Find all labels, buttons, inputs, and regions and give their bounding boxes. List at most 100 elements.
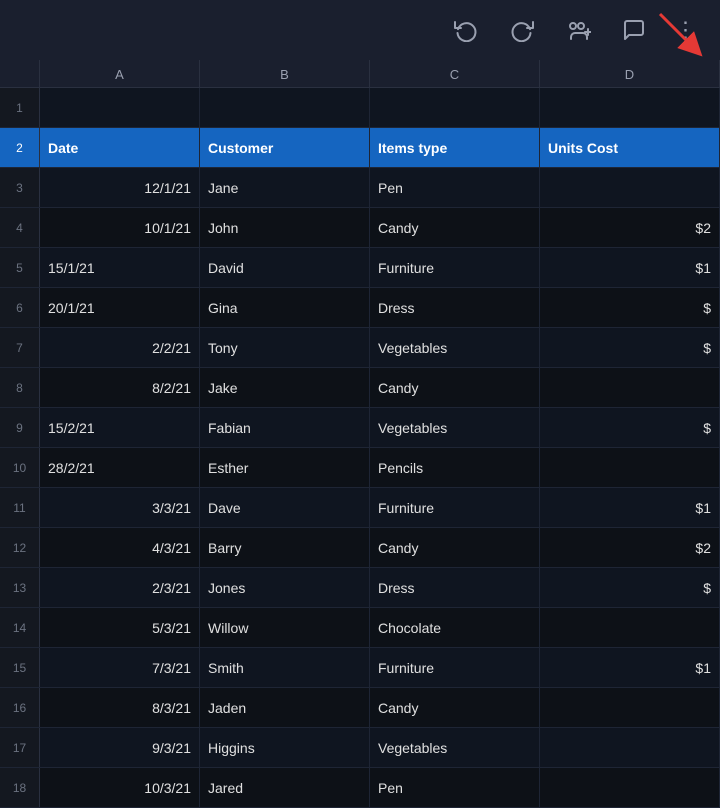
- cell-date[interactable]: 8/3/21: [40, 688, 200, 727]
- cell-date[interactable]: 8/2/21: [40, 368, 200, 407]
- cell-units-cost[interactable]: $1: [540, 248, 720, 287]
- table-row[interactable]: 145/3/21WillowChocolate: [0, 608, 720, 648]
- cell-units-cost[interactable]: $2: [540, 208, 720, 247]
- cell-customer[interactable]: Jake: [200, 368, 370, 407]
- add-person-button[interactable]: [560, 12, 596, 48]
- cell-items-type[interactable]: Candy: [370, 208, 540, 247]
- cell-customer[interactable]: [200, 88, 370, 127]
- cell-items-type[interactable]: Furniture: [370, 248, 540, 287]
- cell-customer[interactable]: Tony: [200, 328, 370, 367]
- cell-date[interactable]: Date: [40, 128, 200, 167]
- comment-button[interactable]: [616, 12, 652, 48]
- table-row[interactable]: 1: [0, 88, 720, 128]
- table-row[interactable]: 179/3/21HigginsVegetables: [0, 728, 720, 768]
- cell-units-cost[interactable]: Units Cost: [540, 128, 720, 167]
- cell-customer[interactable]: John: [200, 208, 370, 247]
- cell-customer[interactable]: Higgins: [200, 728, 370, 767]
- cell-customer[interactable]: Esther: [200, 448, 370, 487]
- cell-units-cost[interactable]: [540, 448, 720, 487]
- cell-items-type[interactable]: Furniture: [370, 648, 540, 687]
- cell-units-cost[interactable]: [540, 368, 720, 407]
- cell-date[interactable]: [40, 88, 200, 127]
- row-number: 2: [0, 128, 40, 167]
- cell-units-cost[interactable]: [540, 768, 720, 807]
- cell-items-type[interactable]: [370, 88, 540, 127]
- cell-date[interactable]: 3/3/21: [40, 488, 200, 527]
- cell-items-type[interactable]: Dress: [370, 288, 540, 327]
- cell-date[interactable]: 10/3/21: [40, 768, 200, 807]
- cell-customer[interactable]: Customer: [200, 128, 370, 167]
- cell-items-type[interactable]: Vegetables: [370, 728, 540, 767]
- cell-items-type[interactable]: Vegetables: [370, 408, 540, 447]
- table-row[interactable]: 915/2/21FabianVegetables$: [0, 408, 720, 448]
- row-number: 13: [0, 568, 40, 607]
- cell-units-cost[interactable]: $1: [540, 488, 720, 527]
- cell-items-type[interactable]: Dress: [370, 568, 540, 607]
- cell-date[interactable]: 15/2/21: [40, 408, 200, 447]
- table-row[interactable]: 1810/3/21JaredPen: [0, 768, 720, 808]
- cell-customer[interactable]: Jared: [200, 768, 370, 807]
- cell-items-type[interactable]: Chocolate: [370, 608, 540, 647]
- cell-customer[interactable]: Fabian: [200, 408, 370, 447]
- cell-customer[interactable]: Jane: [200, 168, 370, 207]
- cell-customer[interactable]: Gina: [200, 288, 370, 327]
- cell-units-cost[interactable]: $1: [540, 648, 720, 687]
- cell-date[interactable]: 7/3/21: [40, 648, 200, 687]
- table-row[interactable]: 312/1/21JanePen: [0, 168, 720, 208]
- cell-units-cost[interactable]: $2: [540, 528, 720, 567]
- cell-customer[interactable]: Jaden: [200, 688, 370, 727]
- cell-units-cost[interactable]: $: [540, 568, 720, 607]
- table-row[interactable]: 2DateCustomerItems typeUnits Cost: [0, 128, 720, 168]
- cell-items-type[interactable]: Candy: [370, 688, 540, 727]
- cell-items-type[interactable]: Pen: [370, 168, 540, 207]
- cell-items-type[interactable]: Candy: [370, 368, 540, 407]
- cell-units-cost[interactable]: [540, 168, 720, 207]
- cell-units-cost[interactable]: $: [540, 408, 720, 447]
- cell-units-cost[interactable]: $: [540, 288, 720, 327]
- cell-customer[interactable]: Dave: [200, 488, 370, 527]
- table-row[interactable]: 157/3/21SmithFurniture$1: [0, 648, 720, 688]
- cell-customer[interactable]: Willow: [200, 608, 370, 647]
- table-row[interactable]: 410/1/21JohnCandy$2: [0, 208, 720, 248]
- cell-units-cost[interactable]: [540, 608, 720, 647]
- cell-customer[interactable]: Jones: [200, 568, 370, 607]
- cell-date[interactable]: 12/1/21: [40, 168, 200, 207]
- cell-items-type[interactable]: Items type: [370, 128, 540, 167]
- more-options-button[interactable]: ⋮: [668, 12, 704, 48]
- table-row[interactable]: 113/3/21DaveFurniture$1: [0, 488, 720, 528]
- cell-items-type[interactable]: Vegetables: [370, 328, 540, 367]
- cell-date[interactable]: 15/1/21: [40, 248, 200, 287]
- table-row[interactable]: 168/3/21JadenCandy: [0, 688, 720, 728]
- table-row[interactable]: 72/2/21TonyVegetables$: [0, 328, 720, 368]
- cell-units-cost[interactable]: [540, 728, 720, 767]
- cell-customer[interactable]: Smith: [200, 648, 370, 687]
- row-number: 18: [0, 768, 40, 807]
- cell-units-cost[interactable]: $: [540, 328, 720, 367]
- table-row[interactable]: 620/1/21GinaDress$: [0, 288, 720, 328]
- cell-date[interactable]: 28/2/21: [40, 448, 200, 487]
- cell-items-type[interactable]: Candy: [370, 528, 540, 567]
- redo-button[interactable]: [504, 12, 540, 48]
- cell-date[interactable]: 5/3/21: [40, 608, 200, 647]
- table-row[interactable]: 124/3/21BarryCandy$2: [0, 528, 720, 568]
- table-row[interactable]: 132/3/21JonesDress$: [0, 568, 720, 608]
- cell-units-cost[interactable]: [540, 88, 720, 127]
- table-row[interactable]: 515/1/21DavidFurniture$1: [0, 248, 720, 288]
- cell-items-type[interactable]: Furniture: [370, 488, 540, 527]
- column-headers: A B C D: [0, 60, 720, 88]
- cell-date[interactable]: 20/1/21: [40, 288, 200, 327]
- cell-customer[interactable]: Barry: [200, 528, 370, 567]
- cell-date[interactable]: 2/3/21: [40, 568, 200, 607]
- table-row[interactable]: 1028/2/21EstherPencils: [0, 448, 720, 488]
- table-row[interactable]: 88/2/21JakeCandy: [0, 368, 720, 408]
- back-button[interactable]: [16, 12, 52, 48]
- cell-date[interactable]: 4/3/21: [40, 528, 200, 567]
- cell-date[interactable]: 10/1/21: [40, 208, 200, 247]
- undo-button[interactable]: [448, 12, 484, 48]
- cell-customer[interactable]: David: [200, 248, 370, 287]
- cell-date[interactable]: 9/3/21: [40, 728, 200, 767]
- cell-units-cost[interactable]: [540, 688, 720, 727]
- cell-items-type[interactable]: Pencils: [370, 448, 540, 487]
- cell-date[interactable]: 2/2/21: [40, 328, 200, 367]
- cell-items-type[interactable]: Pen: [370, 768, 540, 807]
